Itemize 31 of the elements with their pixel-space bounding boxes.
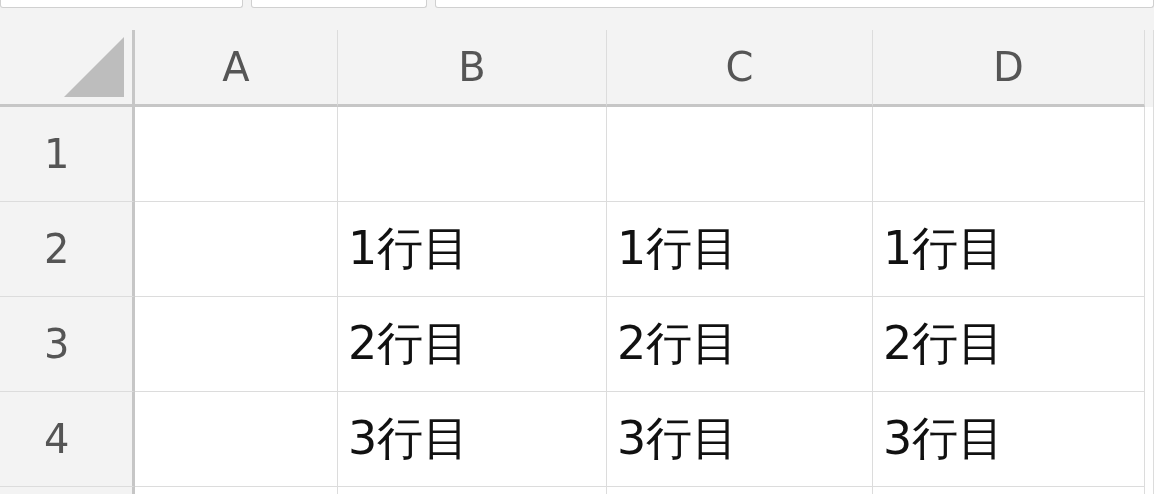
select-all-button[interactable] <box>0 30 135 107</box>
column-header[interactable]: A <box>135 30 338 107</box>
formula-bar-field[interactable] <box>435 0 1154 8</box>
column-header[interactable]: D <box>873 30 1145 107</box>
row-header[interactable]: 1 <box>0 107 135 202</box>
row-header[interactable] <box>0 487 135 494</box>
table-cell[interactable]: 2行目 <box>607 297 873 392</box>
row-header[interactable]: 4 <box>0 392 135 487</box>
table-cell[interactable]: 2行目 <box>338 297 607 392</box>
table-cell[interactable]: 1行目 <box>873 202 1145 297</box>
column-header[interactable] <box>1145 30 1154 107</box>
table-cell[interactable] <box>135 202 338 297</box>
table-cell[interactable]: 3行目 <box>338 392 607 487</box>
table-cell[interactable]: 1行目 <box>338 202 607 297</box>
table-cell[interactable]: 3行目 <box>873 392 1145 487</box>
table-cell[interactable]: 2行目 <box>873 297 1145 392</box>
table-cell[interactable] <box>135 392 338 487</box>
row-header[interactable]: 2 <box>0 202 135 297</box>
table-cell[interactable] <box>135 297 338 392</box>
table-cell[interactable] <box>135 107 338 202</box>
column-header[interactable]: C <box>607 30 873 107</box>
table-cell[interactable]: 1行目 <box>607 202 873 297</box>
table-cell[interactable] <box>873 107 1145 202</box>
column-header[interactable]: B <box>338 30 607 107</box>
table-cell[interactable] <box>607 107 873 202</box>
corner-triangle-icon <box>64 37 124 97</box>
row-header[interactable]: 3 <box>0 297 135 392</box>
table-cell[interactable]: 3行目 <box>607 392 873 487</box>
function-field[interactable] <box>251 0 427 8</box>
table-cell[interactable] <box>338 107 607 202</box>
name-box-field[interactable] <box>0 0 243 8</box>
